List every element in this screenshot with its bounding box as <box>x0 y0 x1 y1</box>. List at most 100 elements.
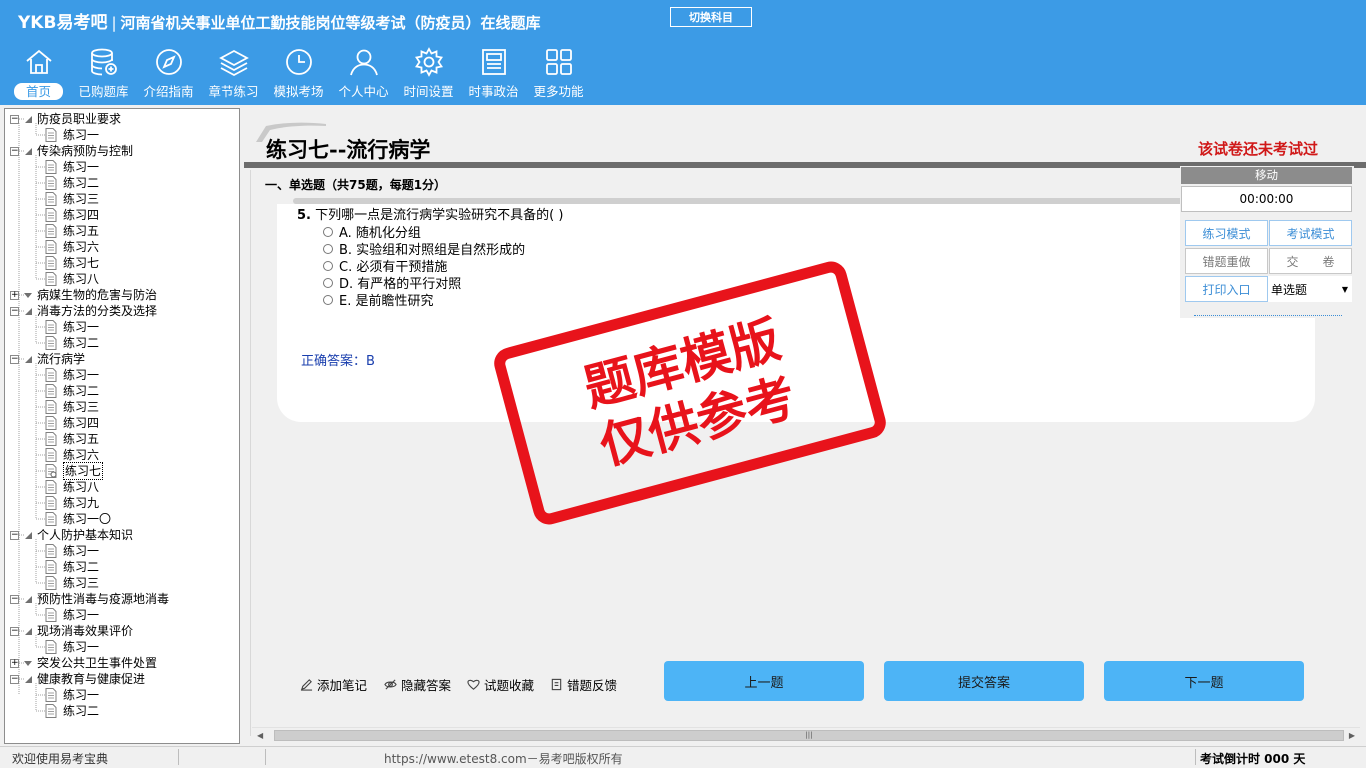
tree-exercise[interactable]: 练习一 <box>45 127 99 143</box>
tree-chapter[interactable]: + 突发公共卫生事件处置 <box>10 655 157 671</box>
collapse-icon[interactable]: − <box>10 626 19 636</box>
nav-mock-exam[interactable]: 模拟考场 <box>266 46 331 104</box>
nav-guide[interactable]: 介绍指南 <box>136 46 201 104</box>
tree-exercise[interactable]: 练习七 <box>45 462 104 480</box>
tree-exercise[interactable]: 练习三 <box>45 575 99 591</box>
tree-chapter[interactable]: − 消毒方法的分类及选择 <box>10 303 157 319</box>
tree-item-label: 练习一 <box>63 688 100 702</box>
tree-exercise[interactable]: 练习一〇 <box>45 511 111 527</box>
horizontal-scrollbar[interactable]: ◀ ||| ▶ <box>252 727 1360 743</box>
add-note-tool[interactable]: 添加笔记 <box>300 675 367 694</box>
tree-chapter[interactable]: − 预防性消毒与疫源地消毒 <box>10 591 169 607</box>
nav-home[interactable]: 首页 <box>6 46 71 104</box>
print-button[interactable]: 打印入口 <box>1185 276 1268 302</box>
collapse-icon[interactable]: − <box>10 114 19 124</box>
nav-time-settings[interactable]: 时间设置 <box>396 46 461 104</box>
favorite-tool[interactable]: 试题收藏 <box>467 675 534 694</box>
question-type-select[interactable]: 单选题 ▼ <box>1268 276 1352 302</box>
tree-exercise[interactable]: 练习一 <box>45 607 99 623</box>
report-icon <box>551 678 562 691</box>
tree-item-label: 练习五 <box>63 432 100 446</box>
submit-answer-button[interactable]: 提交答案 <box>884 661 1084 701</box>
redo-wrong-button[interactable]: 错题重做 <box>1185 248 1268 274</box>
tree-exercise[interactable]: 练习五 <box>45 223 99 239</box>
gear-icon <box>414 47 443 77</box>
hide-answer-tool[interactable]: 隐藏答案 <box>384 675 451 694</box>
scroll-right-icon[interactable]: ▶ <box>1349 731 1355 740</box>
tree-chapter[interactable]: − 传染病预防与控制 <box>10 143 133 159</box>
tree-exercise[interactable]: 练习一 <box>45 639 99 655</box>
tree-chapter[interactable]: − 个人防护基本知识 <box>10 527 133 543</box>
panel-move-handle[interactable]: 移动 <box>1181 167 1352 184</box>
collapse-icon[interactable]: − <box>10 530 19 540</box>
radio-icon <box>323 226 333 237</box>
tree-exercise[interactable]: 练习一 <box>45 543 99 559</box>
tree-item-label: 练习一 <box>63 320 100 334</box>
next-question-button[interactable]: 下一题 <box>1104 661 1304 701</box>
exam-mode-button[interactable]: 考试模式 <box>1269 220 1352 246</box>
tree-exercise[interactable]: 练习二 <box>45 383 99 399</box>
tree-chapter[interactable]: − 防疫员职业要求 <box>10 111 121 127</box>
expand-icon[interactable]: + <box>10 658 19 668</box>
collapse-icon[interactable]: − <box>10 306 19 316</box>
tree-exercise[interactable]: 练习三 <box>45 399 99 415</box>
option-e[interactable]: E. 是前瞻性研究 <box>323 290 433 309</box>
switch-subject-button[interactable]: 切换科目 <box>670 7 752 27</box>
collapse-icon[interactable]: − <box>10 674 19 684</box>
tree-exercise[interactable]: 练习四 <box>45 415 99 431</box>
prev-question-button[interactable]: 上一题 <box>664 661 864 701</box>
clock-icon <box>285 49 312 75</box>
nav-chapter[interactable]: 章节练习 <box>201 46 266 104</box>
tree-chapter[interactable]: − 健康教育与健康促进 <box>10 671 145 687</box>
tree-exercise[interactable]: 练习一 <box>45 687 99 703</box>
tree-item-label: 练习二 <box>63 704 100 718</box>
expand-icon[interactable]: + <box>10 290 19 300</box>
tree-exercise[interactable]: 练习一 <box>45 319 99 335</box>
tree-chapter[interactable]: − 现场消毒效果评价 <box>10 623 133 639</box>
collapse-icon[interactable]: − <box>10 354 19 364</box>
tree-item-label: 练习八 <box>63 480 100 494</box>
nav-more[interactable]: 更多功能 <box>526 46 591 104</box>
scroll-left-icon[interactable]: ◀ <box>257 731 263 740</box>
tree-chapter[interactable]: − 流行病学 <box>10 351 85 367</box>
tree-exercise[interactable]: 练习一 <box>45 367 99 383</box>
radio-icon <box>323 294 333 305</box>
tree-exercise[interactable]: 练习四 <box>45 207 99 223</box>
tree-exercise[interactable]: 练习五 <box>45 431 99 447</box>
tree-exercise[interactable]: 练习二 <box>45 703 99 719</box>
nav-time-settings-label: 时间设置 <box>403 84 454 99</box>
practice-mode-button[interactable]: 练习模式 <box>1185 220 1268 246</box>
tree-exercise[interactable]: 练习九 <box>45 495 99 511</box>
document-icon <box>45 608 57 622</box>
triangle-collapsed-icon <box>24 293 32 298</box>
tree-exercise[interactable]: 练习二 <box>45 175 99 191</box>
nav-guide-label: 介绍指南 <box>143 84 194 99</box>
tree-exercise[interactable]: 练习三 <box>45 191 99 207</box>
tree-exercise[interactable]: 练习六 <box>45 239 99 255</box>
document-icon <box>45 368 57 382</box>
tree-exercise[interactable]: 练习一 <box>45 159 99 175</box>
scrollbar-thumb[interactable]: ||| <box>274 730 1344 741</box>
tree-exercise[interactable]: 练习八 <box>45 271 99 287</box>
collapse-icon[interactable]: − <box>10 146 19 156</box>
tree-exercise[interactable]: 练习八 <box>45 479 99 495</box>
app-logo: YKB易考吧 <box>18 13 108 33</box>
tree-chapter[interactable]: + 病媒生物的危害与防治 <box>10 287 157 303</box>
tree-exercise[interactable]: 练习二 <box>45 559 99 575</box>
tree-exercise[interactable]: 练习二 <box>45 335 99 351</box>
status-bar: 欢迎使用易考宝典 https://www.etest8.com－易考吧版权所有 … <box>0 746 1366 768</box>
chapter-tree[interactable]: − 防疫员职业要求 练习一 − 传染病预防与控制 练习一 练习二 练习三 练习四 练习五 练习六 练习… <box>4 108 240 744</box>
feedback-tool[interactable]: 错题反馈 <box>550 675 617 694</box>
nav-current-affairs[interactable]: 时事政治 <box>461 46 526 104</box>
tree-exercise[interactable]: 练习六 <box>45 447 99 463</box>
copyright-text: https://www.etest8.com－易考吧版权所有 <box>384 752 623 766</box>
tree-exercise[interactable]: 练习七 <box>45 255 99 271</box>
add-note-label: 添加笔记 <box>317 678 368 693</box>
question-stem: 下列哪一点是流行病学实验研究不具备的( ) <box>315 208 564 223</box>
collapse-icon[interactable]: − <box>10 594 19 604</box>
nav-purchased[interactable]: 已购题库 <box>71 46 136 104</box>
submit-paper-button[interactable]: 交 卷 <box>1269 248 1352 274</box>
nav-mock-exam-label: 模拟考场 <box>273 84 324 99</box>
nav-personal[interactable]: 个人中心 <box>331 46 396 104</box>
exam-status-text: 该试卷还未考试过 <box>1198 140 1319 158</box>
